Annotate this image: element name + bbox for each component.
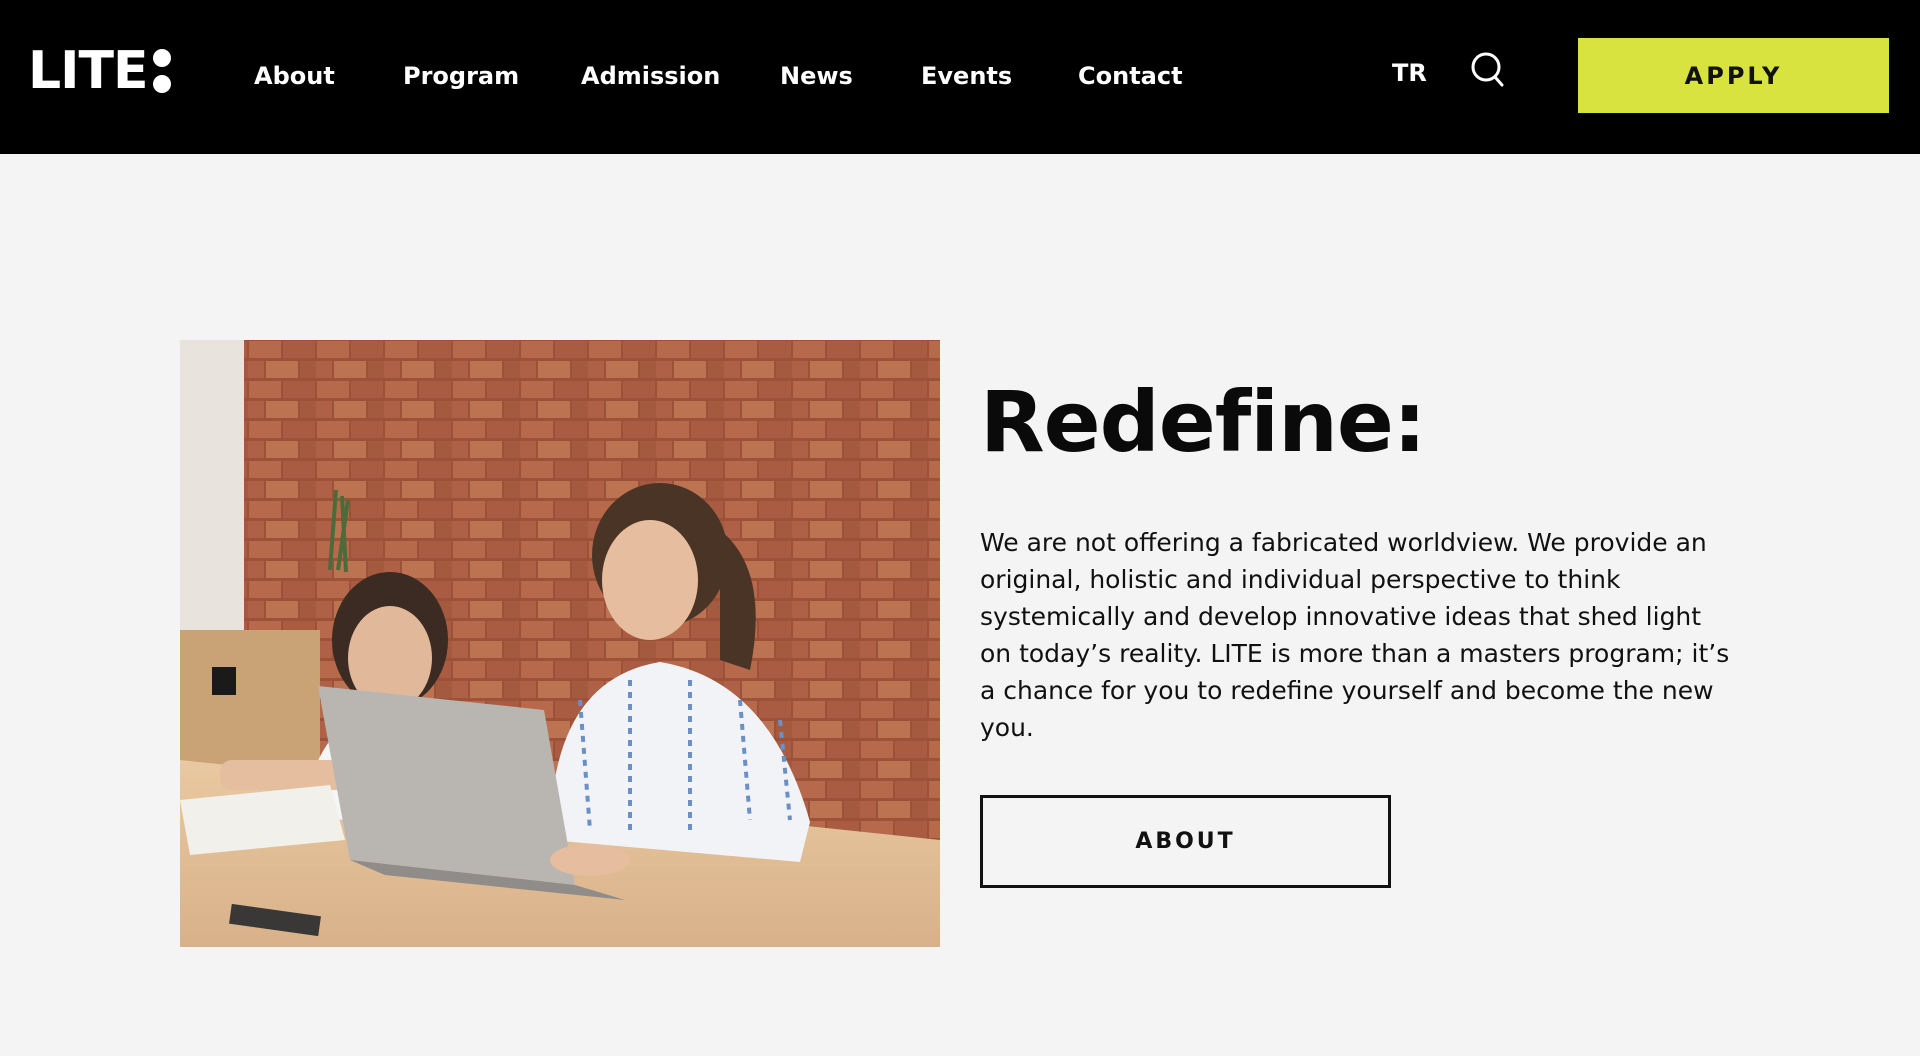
nav-link-news[interactable]: News — [780, 58, 853, 94]
language-toggle[interactable]: TR — [1392, 58, 1427, 88]
section-description: We are not offering a fabricated worldvi… — [980, 528, 1730, 742]
logo-colon-mark — [153, 49, 172, 93]
nav-link-program[interactable]: Program — [403, 58, 519, 94]
section-title: Redefine: — [980, 373, 1426, 471]
search-icon[interactable] — [1468, 50, 1508, 90]
nav-link-about[interactable]: About — [254, 58, 335, 94]
apply-button[interactable]: APPLY — [1578, 38, 1889, 113]
about-button[interactable]: ABOUT — [980, 795, 1391, 888]
nav-link-contact[interactable]: Contact — [1078, 58, 1183, 94]
logo-text: LITE — [28, 41, 148, 101]
nav-link-events[interactable]: Events — [921, 58, 1012, 94]
nav-link-admission[interactable]: Admission — [581, 58, 720, 94]
top-navigation-bar: LITE About Program Admission News Events… — [0, 0, 1920, 154]
lite-logo[interactable]: LITE — [28, 41, 172, 101]
hero-photo — [180, 340, 940, 947]
